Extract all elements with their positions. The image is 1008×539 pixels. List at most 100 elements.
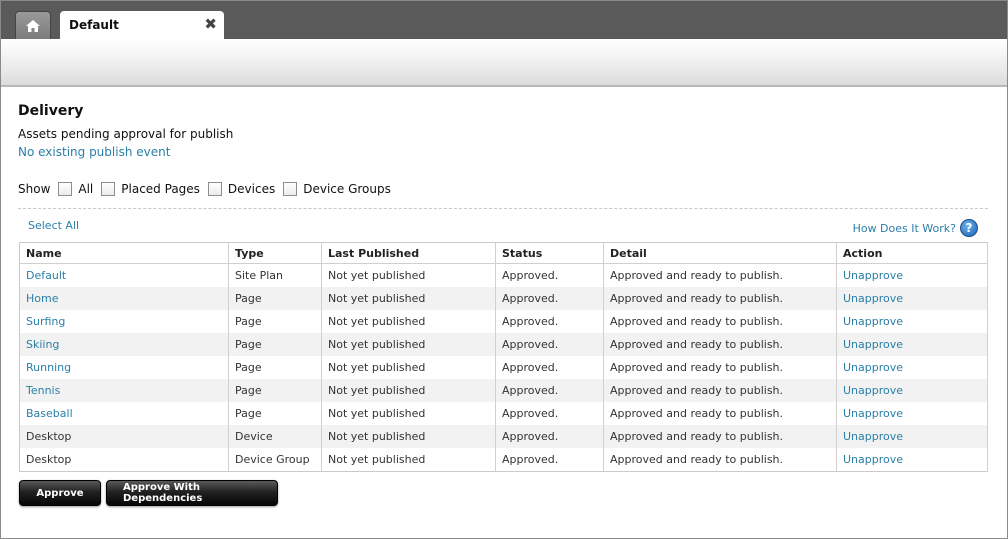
approve-with-dependencies-button[interactable]: Approve With Dependencies [106,480,278,506]
checkbox-all-label: All [78,182,94,196]
asset-type: Page [228,310,322,333]
unapprove-link[interactable]: Unapprove [836,356,988,379]
table-row: Skiing Page Not yet published Approved. … [19,333,988,356]
status: Approved. [495,402,604,425]
table-row: Running Page Not yet published Approved.… [19,356,988,379]
status: Approved. [495,333,604,356]
status: Approved. [495,448,604,472]
table-row: Desktop Device Not yet published Approve… [19,425,988,448]
checkbox-device-groups-label: Device Groups [303,182,391,196]
last-published: Not yet published [321,448,496,472]
checkbox-placed-pages[interactable] [101,182,116,196]
unapprove-link[interactable]: Unapprove [836,310,988,333]
detail: Approved and ready to publish. [603,448,837,472]
detail: Approved and ready to publish. [603,356,837,379]
checkbox-devices[interactable] [207,182,222,196]
asset-name-link[interactable]: Tennis [19,379,229,402]
approval-table: Name Type Last Published Status Detail A… [19,242,988,472]
table-row: Home Page Not yet published Approved. Ap… [19,287,988,310]
how-does-it-work-label: How Does It Work? [852,221,956,235]
detail: Approved and ready to publish. [603,287,837,310]
detail: Approved and ready to publish. [603,379,837,402]
status: Approved. [495,356,604,379]
help-icon[interactable]: ? [960,219,978,237]
column-header-last-published[interactable]: Last Published [321,242,496,264]
last-published: Not yet published [321,425,496,448]
detail: Approved and ready to publish. [603,402,837,425]
unapprove-link[interactable]: Unapprove [836,425,988,448]
table-row: Baseball Page Not yet published Approved… [19,402,988,425]
asset-type: Device Group [228,448,322,472]
status: Approved. [495,425,604,448]
asset-type: Page [228,379,322,402]
checkbox-devices-label: Devices [227,182,276,196]
last-published: Not yet published [321,263,496,287]
asset-name-link[interactable]: Default [19,263,229,287]
unapprove-link[interactable]: Unapprove [836,448,988,472]
page-subtitle: Assets pending approval for publish [18,127,234,141]
show-label: Show [18,182,51,196]
status: Approved. [495,379,604,402]
home-tab[interactable] [15,11,51,39]
page-title: Delivery [18,103,84,119]
status: Approved. [495,263,604,287]
last-published: Not yet published [321,287,496,310]
checkbox-device-groups[interactable] [283,182,298,196]
action-buttons: Approve Approve With Dependencies [19,480,283,506]
close-icon[interactable]: ✖ [204,16,217,32]
asset-name-link[interactable]: Skiing [19,333,229,356]
table-row: Default Site Plan Not yet published Appr… [19,263,988,287]
detail: Approved and ready to publish. [603,310,837,333]
last-published: Not yet published [321,356,496,379]
asset-type: Device [228,425,322,448]
asset-name-link[interactable]: Home [19,287,229,310]
asset-type: Page [228,333,322,356]
show-filter-row: Show All Placed Pages Devices Device Gro… [18,181,392,197]
table-row: Surfing Page Not yet published Approved.… [19,310,988,333]
unapprove-link[interactable]: Unapprove [836,402,988,425]
status: Approved. [495,310,604,333]
unapprove-link[interactable]: Unapprove [836,287,988,310]
column-header-detail[interactable]: Detail [603,242,837,264]
asset-name-link[interactable]: Surfing [19,310,229,333]
detail: Approved and ready to publish. [603,263,837,287]
column-header-status[interactable]: Status [495,242,604,264]
detail: Approved and ready to publish. [603,333,837,356]
divider [18,208,988,209]
unapprove-link[interactable]: Unapprove [836,263,988,287]
unapprove-link[interactable]: Unapprove [836,333,988,356]
asset-type: Page [228,287,322,310]
tab-bar: Default ✖ [1,1,1007,39]
approve-button[interactable]: Approve [19,480,101,506]
select-all-link[interactable]: Select All [28,219,79,232]
tab-default[interactable]: Default ✖ [60,11,224,39]
column-header-action[interactable]: Action [836,242,988,264]
toolbar [1,39,1007,87]
app-frame: Default ✖ Delivery Assets pending approv… [0,0,1008,539]
asset-type: Page [228,356,322,379]
no-publish-event-link[interactable]: No existing publish event [18,145,170,159]
table-header-row: Name Type Last Published Status Detail A… [19,242,988,264]
asset-name-link[interactable]: Baseball [19,402,229,425]
asset-name: Desktop [19,448,229,472]
asset-type: Page [228,402,322,425]
tab-label: Default [69,18,119,32]
last-published: Not yet published [321,402,496,425]
checkbox-all[interactable] [58,182,73,196]
column-header-name[interactable]: Name [19,242,229,264]
asset-name: Desktop [19,425,229,448]
checkbox-placed-pages-label: Placed Pages [121,182,200,196]
home-icon [26,19,40,32]
unapprove-link[interactable]: Unapprove [836,379,988,402]
table-row: Desktop Device Group Not yet published A… [19,448,988,472]
column-header-type[interactable]: Type [228,242,322,264]
detail: Approved and ready to publish. [603,425,837,448]
asset-name-link[interactable]: Running [19,356,229,379]
how-does-it-work-link[interactable]: How Does It Work? ? [853,219,978,237]
status: Approved. [495,287,604,310]
last-published: Not yet published [321,310,496,333]
last-published: Not yet published [321,379,496,402]
table-row: Tennis Page Not yet published Approved. … [19,379,988,402]
last-published: Not yet published [321,333,496,356]
asset-type: Site Plan [228,263,322,287]
